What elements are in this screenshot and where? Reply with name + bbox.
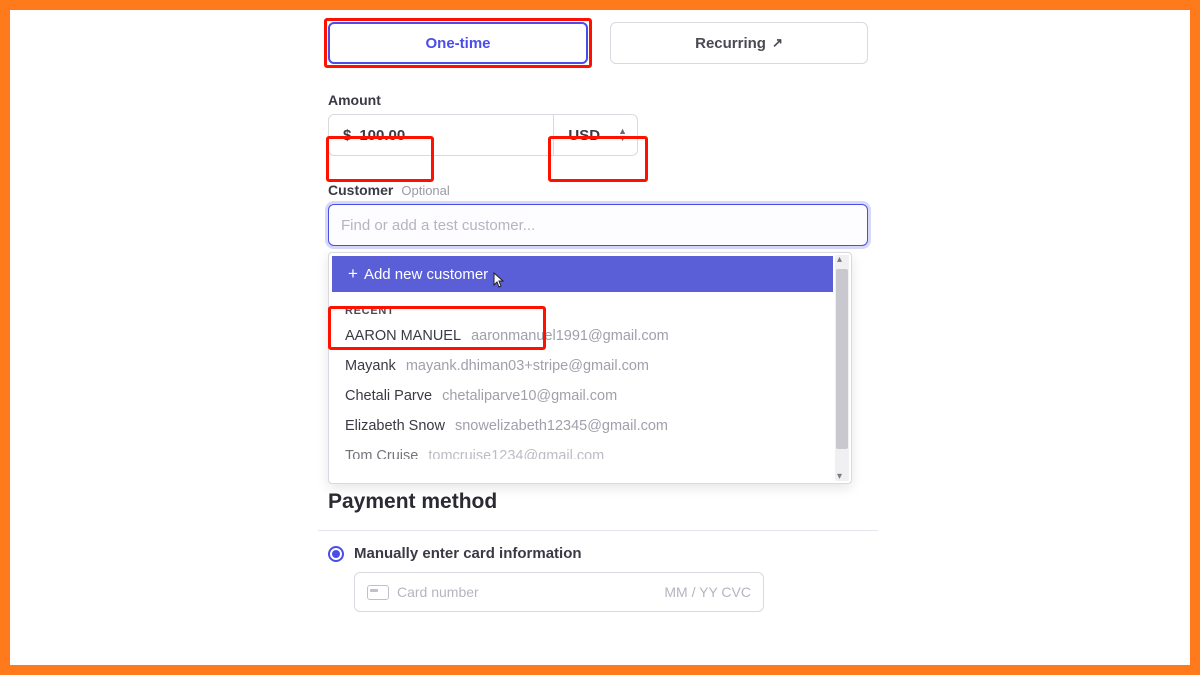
- dropdown-scrollbar[interactable]: [835, 255, 849, 481]
- customer-label: Customer: [328, 182, 393, 198]
- add-new-customer-button[interactable]: + Add new customer: [332, 256, 833, 292]
- app-frame: One-time Recurring ↗ Amount $ USD ▲▼ Cus…: [0, 0, 1200, 675]
- tab-one-time-label: One-time: [425, 35, 490, 52]
- customer-item[interactable]: Elizabeth Snow snowelizabeth12345@gmail.…: [329, 411, 851, 441]
- payment-type-tabs: One-time Recurring ↗: [328, 22, 868, 64]
- radio-selected-icon: [328, 546, 344, 562]
- customer-name: AARON MANUEL: [345, 328, 461, 344]
- customer-item[interactable]: Mayank mayank.dhiman03+stripe@gmail.com: [329, 351, 851, 381]
- card-number-placeholder: Card number: [397, 584, 656, 600]
- customer-dropdown: + Add new customer RECENT AARON MANUEL a…: [328, 252, 852, 484]
- customer-search-field[interactable]: [328, 204, 868, 246]
- amount-input[interactable]: [359, 127, 449, 144]
- amount-label: Amount: [328, 92, 868, 108]
- customer-search-input[interactable]: [341, 217, 855, 234]
- card-expiry-cvc-placeholder: MM / YY CVC: [664, 584, 751, 600]
- customer-name: Elizabeth Snow: [345, 418, 445, 434]
- customer-item[interactable]: Tom Cruise tomcruise1234@gmail.com: [329, 441, 851, 459]
- customer-email: snowelizabeth12345@gmail.com: [455, 418, 668, 434]
- amount-field: $ USD ▲▼: [328, 114, 638, 156]
- customer-name: Chetali Parve: [345, 388, 432, 404]
- external-link-icon: ↗: [772, 35, 783, 51]
- customer-item[interactable]: AARON MANUEL aaronmanuel1991@gmail.com: [329, 321, 851, 351]
- currency-select[interactable]: USD ▲▼: [553, 115, 637, 155]
- scrollbar-thumb[interactable]: [836, 269, 848, 449]
- payment-option-manual-label: Manually enter card information: [354, 545, 582, 562]
- customer-optional-hint: Optional: [401, 183, 449, 198]
- customer-email: mayank.dhiman03+stripe@gmail.com: [406, 358, 649, 374]
- tab-one-time[interactable]: One-time: [328, 22, 588, 64]
- currency-value: USD: [568, 127, 600, 144]
- customer-email: aaronmanuel1991@gmail.com: [471, 328, 669, 344]
- payment-method-heading: Payment method: [328, 490, 868, 514]
- plus-icon: +: [348, 264, 358, 284]
- cursor-pointer-icon: [490, 272, 506, 290]
- customer-label-row: Customer Optional: [328, 182, 868, 198]
- customer-item[interactable]: Chetali Parve chetaliparve10@gmail.com: [329, 381, 851, 411]
- card-icon: [367, 585, 389, 600]
- form-content: One-time Recurring ↗ Amount $ USD ▲▼ Cus…: [328, 22, 868, 612]
- currency-symbol: $: [329, 127, 359, 144]
- section-divider: [318, 530, 878, 531]
- card-input-field[interactable]: Card number MM / YY CVC: [354, 572, 764, 612]
- payment-option-manual[interactable]: Manually enter card information: [328, 545, 868, 562]
- customer-name: Tom Cruise: [345, 448, 418, 459]
- select-chevrons-icon: ▲▼: [618, 128, 627, 142]
- add-new-customer-label: Add new customer: [364, 266, 488, 283]
- tab-recurring-label: Recurring: [695, 35, 766, 52]
- dropdown-section-recent: RECENT: [329, 295, 851, 321]
- customer-name: Mayank: [345, 358, 396, 374]
- tab-recurring[interactable]: Recurring ↗: [610, 22, 868, 64]
- customer-email: chetaliparve10@gmail.com: [442, 388, 617, 404]
- customer-email: tomcruise1234@gmail.com: [428, 448, 604, 459]
